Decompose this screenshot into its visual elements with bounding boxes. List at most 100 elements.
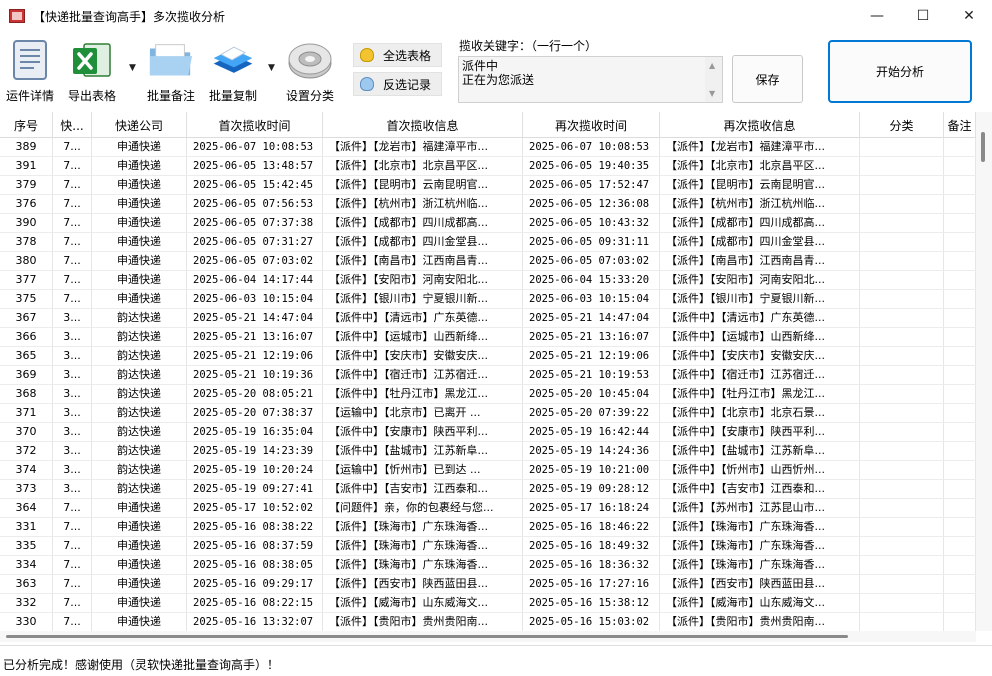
cell-col-second-info[interactable]: 【派件】【苏州市】江苏昆山市... — [660, 499, 860, 517]
header-col-first-info[interactable]: 首次揽收信息 — [323, 112, 523, 138]
cell-col-category[interactable] — [860, 195, 944, 213]
cell-col-tracking[interactable]: 3... — [53, 328, 92, 346]
cell-col-first-info[interactable]: 【派件中】【安康市】陕西平利... — [323, 423, 523, 441]
cell-col-index[interactable]: 363 — [0, 575, 53, 593]
cell-col-second-time[interactable]: 2025-05-19 10:21:00 — [523, 461, 660, 479]
cell-col-note[interactable] — [944, 518, 976, 536]
cell-col-second-time[interactable]: 2025-05-16 15:38:12 — [523, 594, 660, 612]
header-col-second-time[interactable]: 再次揽收时间 — [523, 112, 660, 138]
cell-col-first-time[interactable]: 2025-05-21 13:16:07 — [187, 328, 323, 346]
cell-col-carrier[interactable]: 申通快递 — [92, 537, 187, 555]
cell-col-first-info[interactable]: 【派件中】【宿迁市】江苏宿迁... — [323, 366, 523, 384]
cell-col-second-info[interactable]: 【派件中】【安康市】陕西平利... — [660, 423, 860, 441]
cell-col-second-time[interactable]: 2025-05-19 09:28:12 — [523, 480, 660, 498]
cell-col-note[interactable] — [944, 461, 976, 479]
cell-col-first-info[interactable]: 【问题件】亲，你的包裹经与您... — [323, 499, 523, 517]
scroll-down-icon[interactable]: ▼ — [709, 89, 715, 98]
table-row[interactable]: 369 3... 韵达快递 2025-05-21 10:19:36 【派件中】【宿迁市】… — [0, 366, 976, 385]
cell-col-index[interactable]: 334 — [0, 556, 53, 574]
cell-col-first-time[interactable]: 2025-05-20 08:05:21 — [187, 385, 323, 403]
cell-col-category[interactable] — [860, 423, 944, 441]
cell-col-second-time[interactable]: 2025-05-17 16:18:24 — [523, 499, 660, 517]
cell-col-carrier[interactable]: 韵达快递 — [92, 404, 187, 422]
cell-col-tracking[interactable]: 3... — [53, 347, 92, 365]
keyword-textarea[interactable]: 派件中 正在为您派送 ▲ ▼ — [458, 56, 723, 103]
cell-col-carrier[interactable]: 韵达快递 — [92, 309, 187, 327]
table-row[interactable]: 378 7... 申通快递 2025-06-05 07:31:27 【派件】【成都市】四… — [0, 233, 976, 252]
cell-col-first-time[interactable]: 2025-05-19 16:35:04 — [187, 423, 323, 441]
cell-col-note[interactable] — [944, 366, 976, 384]
cell-col-carrier[interactable]: 韵达快递 — [92, 385, 187, 403]
cell-col-second-info[interactable]: 【派件】【珠海市】广东珠海香... — [660, 518, 860, 536]
keyword-text[interactable]: 派件中 正在为您派送 — [462, 59, 702, 87]
cell-col-carrier[interactable]: 韵达快递 — [92, 442, 187, 460]
cell-col-note[interactable] — [944, 252, 976, 270]
cell-col-category[interactable] — [860, 499, 944, 517]
table-row[interactable]: 364 7... 申通快递 2025-05-17 10:52:02 【问题件】亲，你的包… — [0, 499, 976, 518]
cell-col-carrier[interactable]: 申通快递 — [92, 195, 187, 213]
cell-col-index[interactable]: 375 — [0, 290, 53, 308]
cell-col-carrier[interactable]: 韵达快递 — [92, 347, 187, 365]
horizontal-scroll-thumb[interactable] — [6, 635, 848, 638]
table-row[interactable]: 365 3... 韵达快递 2025-05-21 12:19:06 【派件中】【安庆市】… — [0, 347, 976, 366]
cell-col-first-info[interactable]: 【派件中】【牡丹江市】黑龙江... — [323, 385, 523, 403]
cell-col-carrier[interactable]: 申通快递 — [92, 271, 187, 289]
cell-col-second-time[interactable]: 2025-05-19 16:42:44 — [523, 423, 660, 441]
cell-col-category[interactable] — [860, 404, 944, 422]
cell-col-second-time[interactable]: 2025-05-21 12:19:06 — [523, 347, 660, 365]
settings-category-button[interactable]: 设置分类 — [286, 37, 334, 104]
cell-col-first-info[interactable]: 【派件】【杭州市】浙江杭州临... — [323, 195, 523, 213]
header-col-note[interactable]: 备注 — [944, 112, 976, 138]
cell-col-tracking[interactable]: 3... — [53, 404, 92, 422]
cell-col-index[interactable]: 389 — [0, 138, 53, 156]
cell-col-first-info[interactable]: 【派件】【西安市】陕西蓝田县... — [323, 575, 523, 593]
cell-col-note[interactable] — [944, 537, 976, 555]
table-row[interactable]: 380 7... 申通快递 2025-06-05 07:03:02 【派件】【南昌市】江… — [0, 252, 976, 271]
cell-col-first-info[interactable]: 【派件中】【吉安市】江西泰和... — [323, 480, 523, 498]
cell-col-first-info[interactable]: 【派件中】【运城市】山西新绛... — [323, 328, 523, 346]
cell-col-second-time[interactable]: 2025-05-16 15:03:02 — [523, 613, 660, 631]
header-col-second-info[interactable]: 再次揽收信息 — [660, 112, 860, 138]
cell-col-first-time[interactable]: 2025-06-05 15:42:45 — [187, 176, 323, 194]
cell-col-index[interactable]: 365 — [0, 347, 53, 365]
cell-col-first-time[interactable]: 2025-05-21 12:19:06 — [187, 347, 323, 365]
cell-col-second-time[interactable]: 2025-05-16 17:27:16 — [523, 575, 660, 593]
table-row[interactable]: 372 3... 韵达快递 2025-05-19 14:23:39 【派件中】【盐城市】… — [0, 442, 976, 461]
export-table-button[interactable]: 导出表格 — [68, 37, 116, 104]
cell-col-index[interactable]: 335 — [0, 537, 53, 555]
cell-col-category[interactable] — [860, 328, 944, 346]
cell-col-category[interactable] — [860, 385, 944, 403]
cell-col-tracking[interactable]: 7... — [53, 499, 92, 517]
header-col-category[interactable]: 分类 — [860, 112, 944, 138]
cell-col-first-time[interactable]: 2025-06-05 07:31:27 — [187, 233, 323, 251]
cell-col-second-time[interactable]: 2025-05-20 10:45:04 — [523, 385, 660, 403]
header-col-tracking[interactable]: 快... — [53, 112, 92, 138]
cell-col-note[interactable] — [944, 290, 976, 308]
table-row[interactable]: 368 3... 韵达快递 2025-05-20 08:05:21 【派件中】【牡丹江市… — [0, 385, 976, 404]
cell-col-index[interactable]: 390 — [0, 214, 53, 232]
cell-col-second-time[interactable]: 2025-06-05 19:40:35 — [523, 157, 660, 175]
cell-col-carrier[interactable]: 韵达快递 — [92, 423, 187, 441]
cell-col-second-time[interactable]: 2025-05-16 18:36:32 — [523, 556, 660, 574]
cell-col-second-time[interactable]: 2025-05-16 18:46:22 — [523, 518, 660, 536]
cell-col-tracking[interactable]: 3... — [53, 480, 92, 498]
cell-col-note[interactable] — [944, 404, 976, 422]
cell-col-first-info[interactable]: 【派件】【珠海市】广东珠海香... — [323, 518, 523, 536]
cell-col-second-info[interactable]: 【派件】【贵阳市】贵州贵阳南... — [660, 613, 860, 631]
maximize-button[interactable]: ☐ — [900, 0, 946, 32]
cell-col-second-time[interactable]: 2025-05-20 07:39:22 — [523, 404, 660, 422]
cell-col-second-time[interactable]: 2025-06-05 10:43:32 — [523, 214, 660, 232]
cell-col-index[interactable]: 371 — [0, 404, 53, 422]
cell-col-tracking[interactable]: 7... — [53, 537, 92, 555]
save-button[interactable]: 保存 — [732, 55, 803, 103]
cell-col-first-time[interactable]: 2025-05-20 07:38:37 — [187, 404, 323, 422]
cell-col-first-info[interactable]: 【派件】【北京市】北京昌平区... — [323, 157, 523, 175]
cell-col-tracking[interactable]: 3... — [53, 366, 92, 384]
cell-col-first-time[interactable]: 2025-05-19 09:27:41 — [187, 480, 323, 498]
table-row[interactable]: 363 7... 申通快递 2025-05-16 09:29:17 【派件】【西安市】陕… — [0, 575, 976, 594]
table-row[interactable]: 371 3... 韵达快递 2025-05-20 07:38:37 【运输中】【北京市】… — [0, 404, 976, 423]
cell-col-carrier[interactable]: 申通快递 — [92, 252, 187, 270]
cell-col-first-time[interactable]: 2025-06-05 13:48:57 — [187, 157, 323, 175]
cell-col-second-info[interactable]: 【派件】【成都市】四川金堂县... — [660, 233, 860, 251]
table-row[interactable]: 389 7... 申通快递 2025-06-07 10:08:53 【派件】【龙岩市】福… — [0, 138, 976, 157]
